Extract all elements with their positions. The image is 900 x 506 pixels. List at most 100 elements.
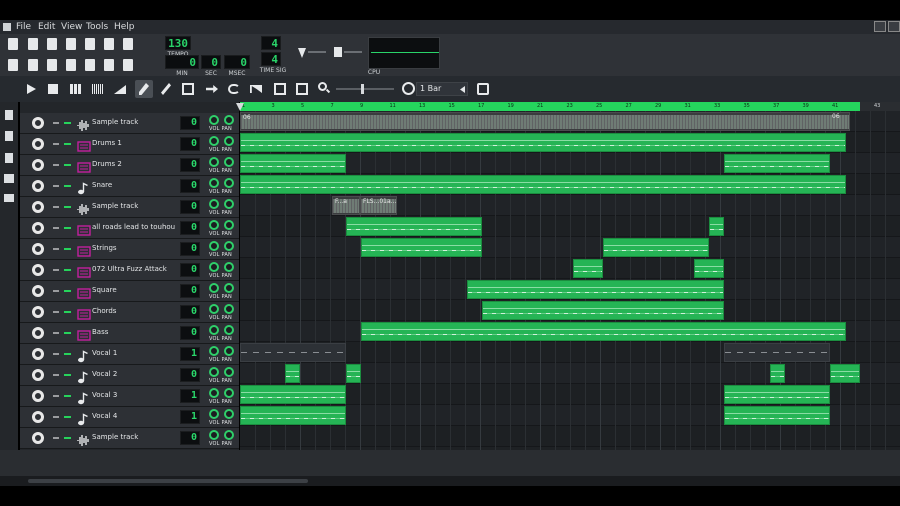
mute-led[interactable]: [53, 206, 59, 208]
track-row[interactable]: Square 0 VOL PAN: [20, 281, 239, 302]
solo-led[interactable]: [64, 269, 71, 271]
loop-points-button[interactable]: [225, 80, 243, 98]
track-row[interactable]: Vocal 3 1 VOL PAN: [20, 386, 239, 407]
pan-knob[interactable]: [224, 241, 234, 251]
open-project-icon[interactable]: [45, 37, 59, 51]
track-name[interactable]: Square: [92, 286, 117, 294]
pattern-clip[interactable]: [724, 154, 830, 173]
pattern-clip[interactable]: [346, 364, 361, 383]
volume-knob[interactable]: [209, 157, 219, 167]
new-from-template-icon[interactable]: [26, 37, 40, 51]
track-row[interactable]: Drums 1 0 VOL PAN: [20, 134, 239, 155]
volume-knob[interactable]: [209, 136, 219, 146]
track-name[interactable]: Vocal 3: [92, 391, 117, 399]
track-name[interactable]: Strings: [92, 244, 117, 252]
track-settings-gear-icon[interactable]: [32, 117, 44, 129]
piano-roll-icon[interactable]: [45, 58, 59, 72]
pan-knob[interactable]: [224, 220, 234, 230]
track-name[interactable]: Drums 2: [92, 160, 122, 168]
solo-led[interactable]: [64, 122, 71, 124]
track-settings-gear-icon[interactable]: [32, 159, 44, 171]
pattern-clip[interactable]: [603, 238, 709, 257]
draw-mode-button[interactable]: [135, 80, 153, 98]
track-volume-display[interactable]: 1: [180, 410, 200, 424]
menu-file[interactable]: File: [16, 22, 31, 32]
pan-knob[interactable]: [224, 409, 234, 419]
remove-bar-button[interactable]: [293, 80, 311, 98]
volume-knob[interactable]: [209, 241, 219, 251]
pan-knob[interactable]: [224, 346, 234, 356]
metronome-toggle-button[interactable]: [474, 80, 492, 98]
track-volume-display[interactable]: 0: [180, 305, 200, 319]
mute-led[interactable]: [53, 374, 59, 376]
pattern-clip[interactable]: [482, 301, 724, 320]
song-editor-icon[interactable]: [6, 58, 20, 72]
solo-led[interactable]: [64, 227, 71, 229]
track-name[interactable]: all roads lead to touhou: [92, 223, 175, 231]
track-row[interactable]: Sample track 0 VOL PAN: [20, 428, 239, 449]
pattern-clip[interactable]: 06: [240, 112, 850, 131]
track-name[interactable]: Bass: [92, 328, 108, 336]
track-settings-gear-icon[interactable]: [32, 222, 44, 234]
mute-led[interactable]: [53, 227, 59, 229]
pattern-clip[interactable]: [709, 217, 724, 236]
app-menu-icon[interactable]: [3, 23, 11, 31]
track-name[interactable]: Vocal 4: [92, 412, 117, 420]
export-project-icon[interactable]: [102, 37, 116, 51]
track-settings-gear-icon[interactable]: [32, 138, 44, 150]
track-row[interactable]: Snare 0 VOL PAN: [20, 176, 239, 197]
add-automation-track-button[interactable]: [111, 80, 129, 98]
track-settings-gear-icon[interactable]: [32, 201, 44, 213]
mute-led[interactable]: [53, 164, 59, 166]
sidebar-presets-icon[interactable]: [5, 131, 13, 141]
track-settings-gear-icon[interactable]: [32, 327, 44, 339]
mute-led[interactable]: [53, 353, 59, 355]
pan-knob[interactable]: [224, 136, 234, 146]
mute-led[interactable]: [53, 269, 59, 271]
solo-led[interactable]: [64, 416, 71, 418]
pan-knob[interactable]: [224, 283, 234, 293]
volume-knob[interactable]: [209, 115, 219, 125]
pattern-clip[interactable]: [346, 217, 482, 236]
track-volume-display[interactable]: 0: [180, 200, 200, 214]
track-volume-display[interactable]: 0: [180, 284, 200, 298]
quantize-select[interactable]: 1 Bar: [416, 82, 468, 96]
track-row[interactable]: Vocal 2 0 VOL PAN: [20, 365, 239, 386]
track-volume-display[interactable]: 1: [180, 389, 200, 403]
pan-knob[interactable]: [224, 304, 234, 314]
track-row[interactable]: Bass 0 VOL PAN: [20, 323, 239, 344]
mixer-icon[interactable]: [83, 58, 97, 72]
track-name[interactable]: Sample track: [92, 202, 138, 210]
pan-knob[interactable]: [224, 115, 234, 125]
volume-knob[interactable]: [209, 346, 219, 356]
automation-editor-icon[interactable]: [64, 58, 78, 72]
menu-tools[interactable]: Tools: [86, 22, 108, 32]
zoom-slider-handle[interactable]: [361, 84, 364, 94]
controller-rack-icon[interactable]: [102, 58, 116, 72]
mute-led[interactable]: [53, 185, 59, 187]
master-volume-slider[interactable]: [308, 51, 326, 53]
pan-knob[interactable]: [224, 325, 234, 335]
menu-view[interactable]: View: [61, 22, 82, 32]
track-settings-gear-icon[interactable]: [32, 243, 44, 255]
metronome-icon[interactable]: [121, 37, 135, 51]
arrangement-grid[interactable]: 06 F...a FLS...01a... 06: [240, 111, 900, 450]
close-window-icon[interactable]: [888, 21, 900, 32]
track-settings-gear-icon[interactable]: [32, 432, 44, 444]
track-volume-display[interactable]: 0: [180, 221, 200, 235]
menu-help[interactable]: Help: [114, 22, 135, 32]
track-volume-display[interactable]: 0: [180, 242, 200, 256]
track-volume-display[interactable]: 0: [180, 431, 200, 445]
insert-bar-button[interactable]: [271, 80, 289, 98]
solo-led[interactable]: [64, 185, 71, 187]
volume-knob[interactable]: [209, 409, 219, 419]
track-row[interactable]: Vocal 1 1 VOL PAN: [20, 344, 239, 365]
mute-led[interactable]: [53, 395, 59, 397]
track-volume-display[interactable]: 0: [180, 158, 200, 172]
save-project-icon[interactable]: [83, 37, 97, 51]
track-row[interactable]: Sample track 0 VOL PAN: [20, 197, 239, 218]
auto-scroll-button[interactable]: [203, 80, 221, 98]
pattern-clip[interactable]: [361, 322, 846, 341]
pattern-clip[interactable]: [240, 406, 346, 425]
track-volume-display[interactable]: 1: [180, 347, 200, 361]
